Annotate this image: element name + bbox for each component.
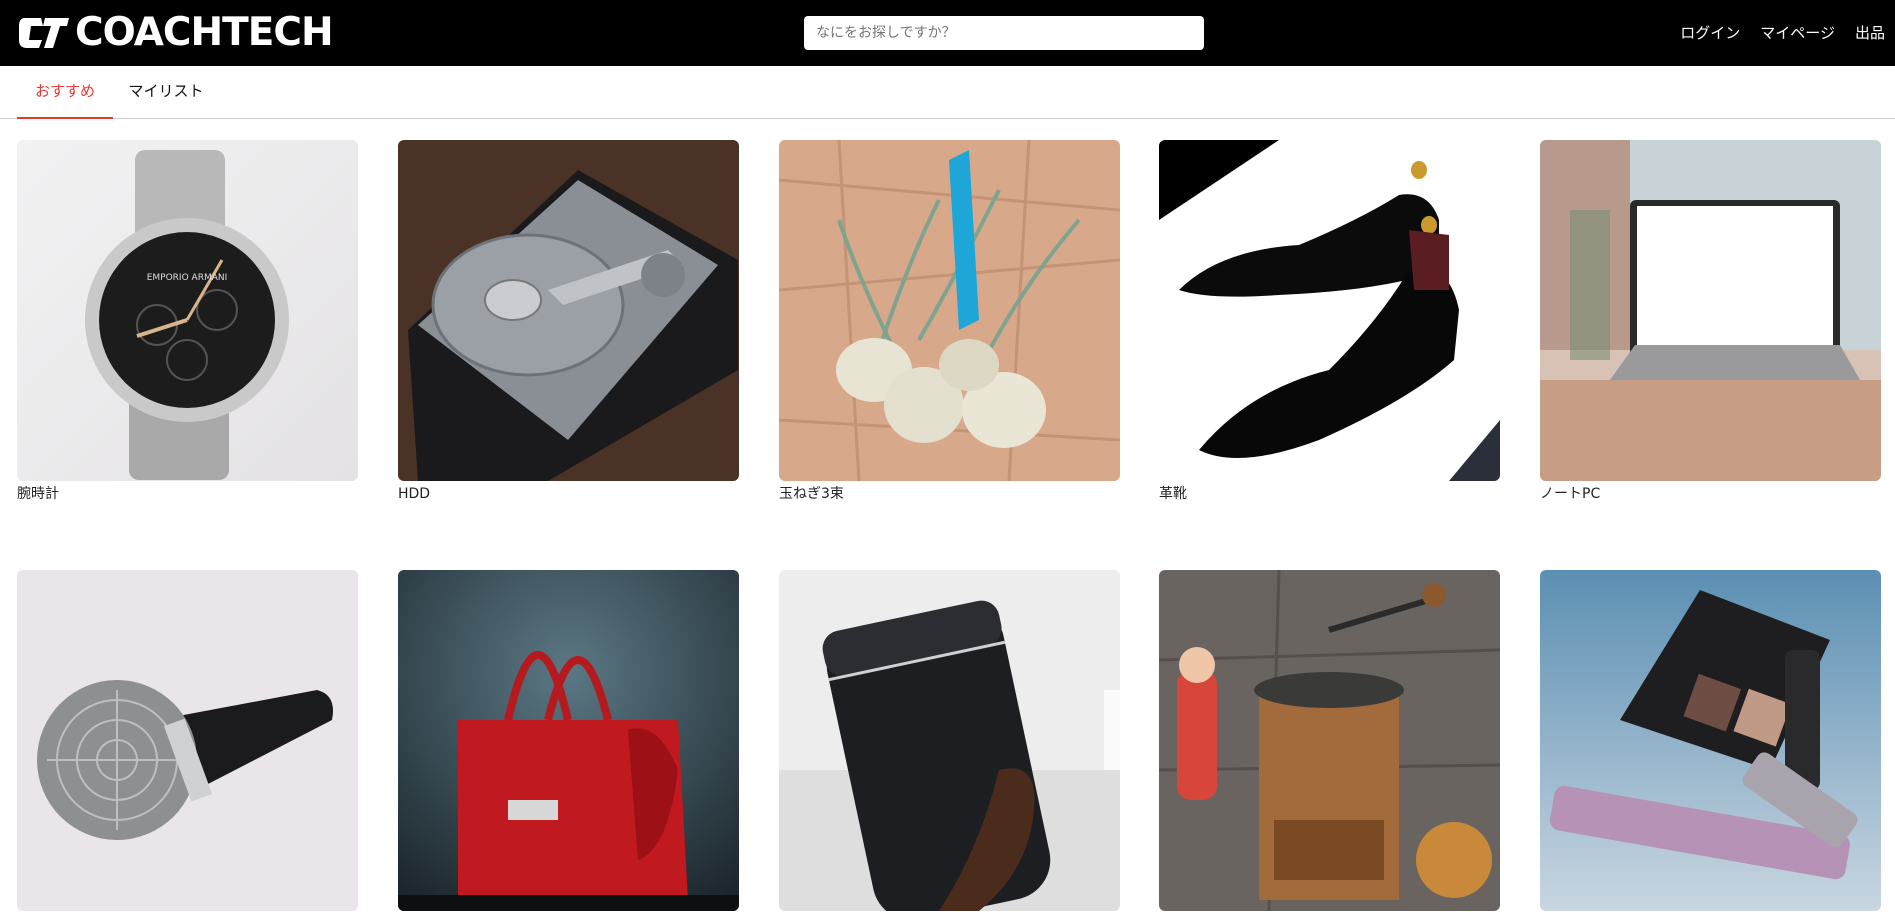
tab-mylist[interactable]: マイリスト bbox=[113, 66, 219, 119]
product-card[interactable] bbox=[779, 570, 1120, 914]
microphone-image[interactable] bbox=[17, 570, 358, 911]
hard-disk-image[interactable] bbox=[398, 140, 739, 481]
product-card[interactable]: ノートPC bbox=[1540, 140, 1881, 504]
site-header: COACHTECH ログイン マイページ 出品 bbox=[0, 0, 1895, 66]
product-card[interactable]: 革靴 bbox=[1159, 140, 1500, 504]
wristwatch-image[interactable]: EMPORIO ARMANI bbox=[17, 140, 358, 481]
product-name: 革靴 bbox=[1159, 486, 1187, 502]
search-input[interactable] bbox=[804, 16, 1204, 50]
laptop-image[interactable] bbox=[1540, 140, 1881, 481]
product-card[interactable]: HDD bbox=[398, 140, 739, 504]
product-name: 玉ねぎ3束 bbox=[779, 486, 844, 502]
product-card[interactable] bbox=[17, 570, 358, 914]
header-nav: ログイン マイページ 出品 bbox=[1680, 22, 1885, 44]
brand-name: COACHTECH bbox=[75, 10, 334, 55]
brand-logo[interactable]: COACHTECH bbox=[17, 10, 334, 55]
ct-logo-icon bbox=[19, 18, 69, 48]
tab-recommended[interactable]: おすすめ bbox=[17, 66, 113, 119]
product-name: 腕時計 bbox=[17, 486, 59, 502]
product-card[interactable] bbox=[1159, 570, 1500, 914]
makeup-set-image[interactable] bbox=[1540, 570, 1881, 911]
product-card[interactable]: EMPORIO ARMANI 腕時計 bbox=[17, 140, 358, 504]
product-card[interactable] bbox=[398, 570, 739, 914]
product-card[interactable]: 玉ねぎ3束 bbox=[779, 140, 1120, 504]
tab-bar: おすすめ マイリスト bbox=[0, 66, 1895, 119]
onion-bundle-image[interactable] bbox=[779, 140, 1120, 481]
product-name: ノートPC bbox=[1540, 486, 1601, 502]
product-card[interactable] bbox=[1540, 570, 1881, 914]
red-handbag-image[interactable] bbox=[398, 570, 739, 911]
sell-link[interactable]: 出品 bbox=[1855, 22, 1885, 44]
leather-shoes-image[interactable] bbox=[1159, 140, 1500, 481]
tumbler-image[interactable] bbox=[779, 570, 1120, 911]
coffee-grinder-image[interactable] bbox=[1159, 570, 1500, 911]
svg-text:EMPORIO ARMANI: EMPORIO ARMANI bbox=[147, 273, 228, 283]
login-link[interactable]: ログイン bbox=[1680, 22, 1740, 44]
product-name: HDD bbox=[398, 486, 431, 502]
mypage-link[interactable]: マイページ bbox=[1760, 22, 1835, 44]
